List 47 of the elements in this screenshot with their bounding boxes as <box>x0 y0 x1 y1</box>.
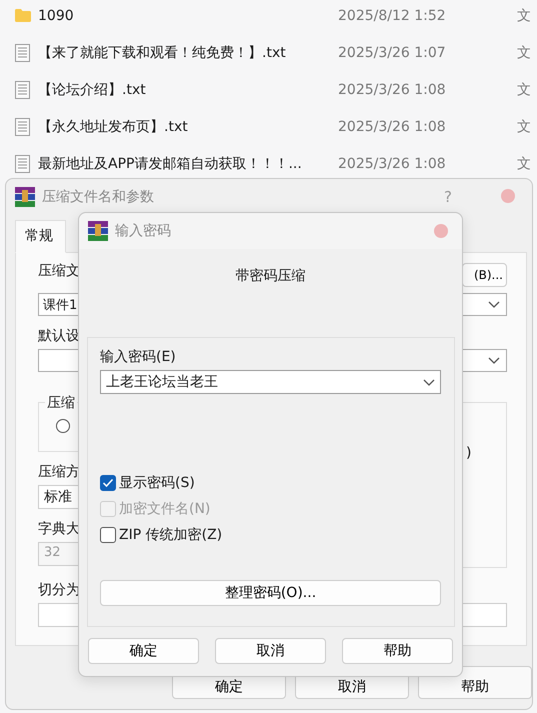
file-name[interactable]: 【永久地址发布页】.txt <box>38 118 188 136</box>
window-title: 输入密码 <box>115 222 171 240</box>
file-name[interactable]: 最新地址及APP请发邮箱自动获取！！！... <box>38 154 302 172</box>
file-type: 文 <box>517 80 531 98</box>
dialog-heading: 带密码压缩 <box>236 267 306 285</box>
organize-passwords-button[interactable]: 整理密码(O)... <box>100 580 441 606</box>
document-icon <box>15 44 30 62</box>
books-icon <box>88 221 108 241</box>
field-label: 输入密码(E) <box>100 348 176 366</box>
password-field[interactable]: 上老王论坛当老王 <box>100 370 441 394</box>
chevron-down-icon <box>423 378 435 386</box>
books-icon <box>15 187 35 207</box>
checkbox-label[interactable]: 显示密码(S) <box>119 474 195 492</box>
file-type: 文 <box>517 118 531 136</box>
group-title: 压缩 <box>45 394 77 412</box>
file-date: 2025/8/12 1:52 <box>338 8 446 24</box>
folder-icon <box>15 9 31 22</box>
file-date: 2025/3/26 1:08 <box>338 156 446 172</box>
document-icon <box>15 118 30 136</box>
dialog-button[interactable]: 取消 <box>215 638 326 664</box>
tab[interactable]: 常规 <box>15 220 66 253</box>
file-type: 文 <box>517 44 531 62</box>
document-icon <box>15 154 30 172</box>
file-name[interactable]: 【论坛介绍】.txt <box>38 80 146 98</box>
file-date: 2025/3/26 1:08 <box>338 118 446 134</box>
browse-button[interactable]: (B)... <box>462 263 507 287</box>
dialog-button[interactable]: 确定 <box>88 638 199 664</box>
file-name[interactable]: 1090 <box>38 8 74 24</box>
file-date: 2025/3/26 1:08 <box>338 82 446 98</box>
check-icon <box>102 478 114 488</box>
file-type: 文 <box>517 6 531 24</box>
checkbox-label[interactable]: ZIP 传统加密(Z) <box>119 526 222 544</box>
chevron-down-icon <box>488 357 500 364</box>
field-label: 默认设 <box>38 328 80 345</box>
field-label: 压缩方 <box>38 464 80 481</box>
checkbox[interactable] <box>100 527 116 543</box>
checkbox[interactable] <box>100 475 116 491</box>
file-name[interactable]: 【来了就能下载和观看！纯免费！】.txt <box>38 44 286 62</box>
file-date: 2025/3/26 1:07 <box>338 44 446 60</box>
dialog-button[interactable]: 帮助 <box>342 638 453 664</box>
field-label: 压缩文 <box>38 263 80 280</box>
radio-button[interactable] <box>56 419 70 433</box>
window-title: 压缩文件名和参数 <box>42 188 154 206</box>
document-icon <box>15 80 30 98</box>
chevron-down-icon <box>488 301 500 308</box>
file-type: 文 <box>517 154 531 172</box>
option-label: ) <box>466 445 472 461</box>
